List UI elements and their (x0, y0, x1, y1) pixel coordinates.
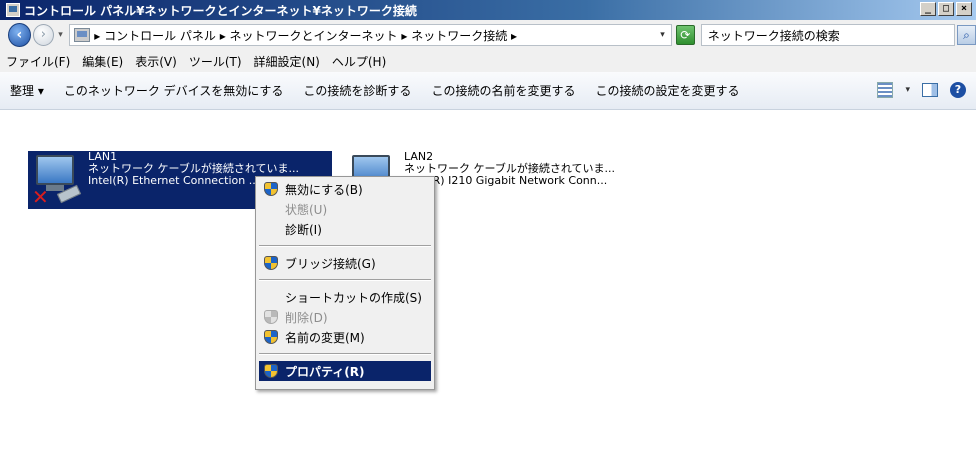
uac-shield-icon (264, 182, 278, 196)
diagnose-button[interactable]: この接続を診断する (303, 82, 411, 99)
menu-tools[interactable]: ツール(T) (189, 53, 242, 70)
maximize-button[interactable]: □ (938, 2, 954, 16)
menu-item-properties[interactable]: プロパティ(R) (259, 361, 431, 381)
control-panel-icon (6, 3, 20, 17)
change-settings-button[interactable]: この接続の設定を変更する (595, 82, 739, 99)
folder-icon (74, 28, 91, 42)
command-bar: 整理 ▾ このネットワーク デバイスを無効にする この接続を診断する この接続の… (0, 72, 976, 110)
uac-shield-icon (264, 364, 278, 378)
help-icon[interactable]: ? (950, 82, 966, 98)
search-input[interactable]: ネットワーク接続の検索 (700, 24, 955, 46)
menu-file[interactable]: ファイル(F) (6, 53, 70, 70)
menu-item-create-shortcut[interactable]: ショートカットの作成(S) (259, 287, 431, 307)
window-title: コントロール パネル¥ネットワークとインターネット¥ネットワーク接続 (24, 3, 417, 18)
menu-view[interactable]: 表示(V) (135, 53, 177, 70)
menu-item-delete[interactable]: 削除(D) (259, 307, 431, 327)
menu-separator (259, 279, 431, 281)
menu-item-rename[interactable]: 名前の変更(M) (259, 327, 431, 347)
uac-shield-icon (264, 256, 278, 270)
breadcrumb[interactable]: ▸ コントロール パネル ▸ ネットワークとインターネット ▸ ネットワーク接続… (69, 24, 672, 46)
back-button[interactable]: ‹ (8, 23, 31, 47)
window-controls: _ □ × (920, 2, 972, 16)
rename-button[interactable]: この接続の名前を変更する (431, 82, 575, 99)
context-menu: 無効にする(B) 状態(U) 診断(I) ブリッジ接続(G) ショートカットの作… (255, 176, 435, 390)
uac-shield-icon (264, 330, 278, 344)
recent-pages-dropdown[interactable]: ▾ (56, 30, 65, 40)
preview-pane-icon[interactable] (922, 83, 938, 97)
minimize-button[interactable]: _ (920, 2, 936, 16)
menu-edit[interactable]: 編集(E) (82, 53, 123, 70)
title-bar: コントロール パネル¥ネットワークとインターネット¥ネットワーク接続 _ □ × (0, 0, 976, 20)
refresh-button[interactable]: ⟳ (675, 25, 695, 45)
address-bar: ‹ › ▾ ▸ コントロール パネル ▸ ネットワークとインターネット ▸ ネッ… (0, 20, 976, 50)
menu-advanced[interactable]: 詳細設定(N) (254, 53, 320, 70)
breadcrumb-path[interactable]: ▸ コントロール パネル ▸ ネットワークとインターネット ▸ ネットワーク接続… (94, 27, 517, 44)
menu-help[interactable]: ヘルプ(H) (332, 53, 386, 70)
menu-item-status[interactable]: 状態(U) (259, 199, 431, 219)
menu-separator (259, 245, 431, 247)
address-dropdown-icon[interactable]: ▾ (660, 30, 665, 40)
menu-bar: ファイル(F) 編集(E) 表示(V) ツール(T) 詳細設定(N) ヘルプ(H… (0, 50, 976, 72)
disconnected-icon: ✕ (32, 185, 49, 209)
close-button[interactable]: × (956, 2, 972, 16)
disable-device-button[interactable]: このネットワーク デバイスを無効にする (64, 82, 284, 99)
connections-area: ✕ LAN1 ネットワーク ケーブルが接続されていま... Intel(R) E… (0, 111, 976, 460)
menu-item-disable[interactable]: 無効にする(B) (259, 179, 431, 199)
menu-separator (259, 353, 431, 355)
organize-button[interactable]: 整理 ▾ (10, 82, 44, 99)
menu-item-diagnose[interactable]: 診断(I) (259, 219, 431, 239)
uac-shield-icon (264, 310, 278, 324)
menu-item-bridge[interactable]: ブリッジ接続(G) (259, 253, 431, 273)
search-icon[interactable]: ⌕ (956, 25, 976, 45)
connection-adapter: Intel(R) I210 Gigabit Network Conn... (404, 174, 608, 187)
network-adapter-icon: ✕ (28, 151, 86, 209)
view-controls: ▾ ? (877, 82, 966, 98)
change-view-icon[interactable] (877, 82, 894, 98)
view-dropdown-icon[interactable]: ▾ (905, 85, 910, 95)
forward-button[interactable]: › (32, 24, 54, 46)
